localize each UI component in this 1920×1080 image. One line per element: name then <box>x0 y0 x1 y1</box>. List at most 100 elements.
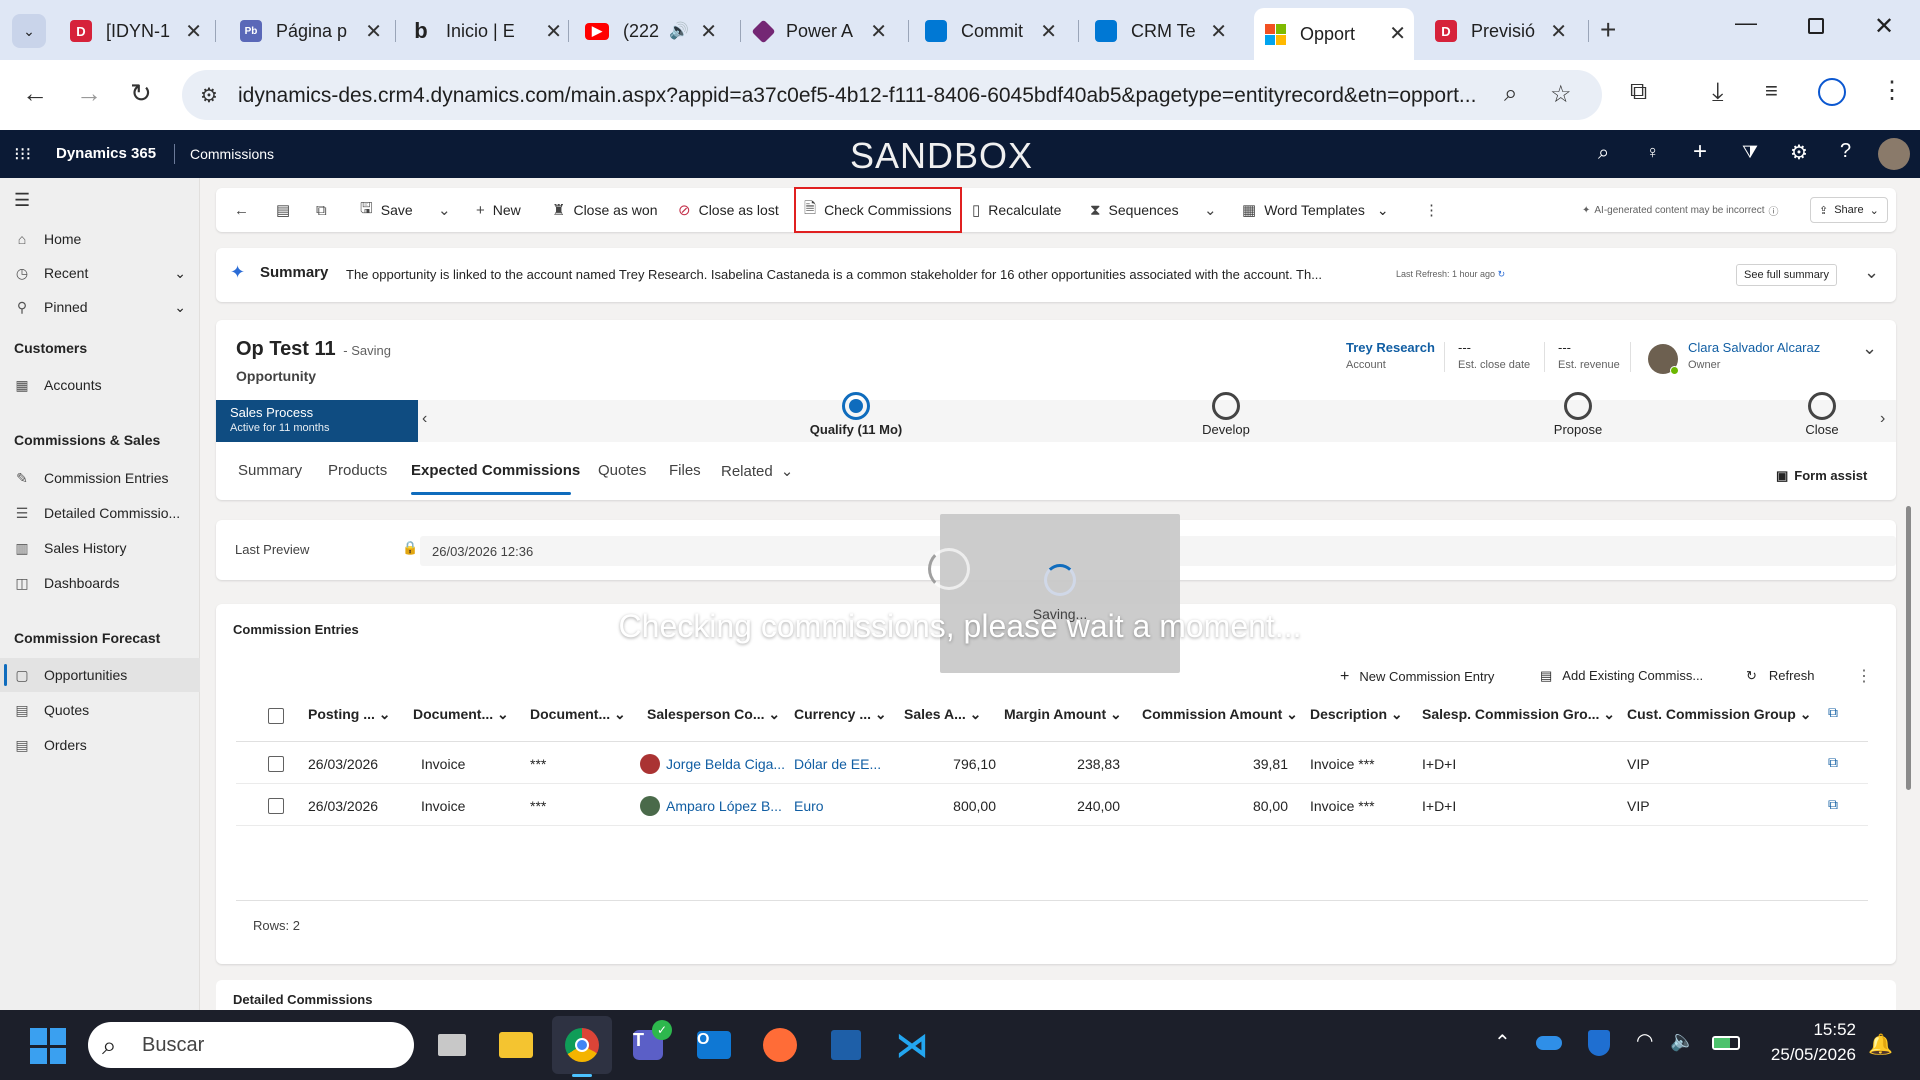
browser-tab[interactable]: Pb Página p ✕ <box>230 12 390 50</box>
page-scrollbar[interactable] <box>1906 506 1911 790</box>
close-icon[interactable]: ✕ <box>870 19 887 44</box>
omnibox[interactable]: ⚙ idynamics-des.crm4.dynamics.com/main.a… <box>182 70 1602 120</box>
nav-accounts[interactable]: ▦ Accounts <box>0 368 200 402</box>
reload-icon[interactable]: ↻ <box>130 78 152 109</box>
clock-date[interactable]: 25/05/2026 <box>1758 1045 1856 1065</box>
browser-tab[interactable]: CRM Te ✕ <box>1085 12 1235 50</box>
save-options-chevron[interactable]: ⌄ <box>438 188 459 232</box>
postman-icon[interactable] <box>760 1025 800 1065</box>
zoom-icon[interactable]: ⌕ <box>1504 80 1517 108</box>
browser-tab-active[interactable]: Opport ✕ <box>1254 8 1414 60</box>
stage-close[interactable]: Close <box>1772 392 1872 437</box>
lightbulb-icon[interactable]: ♀ <box>1646 142 1660 163</box>
column-header[interactable]: Currency ... ⌄ <box>794 706 887 723</box>
nav-orders[interactable]: ▤ Orders <box>0 728 200 762</box>
outlook-icon[interactable]: O <box>694 1025 734 1065</box>
browser-tab[interactable]: Commit ✕ <box>915 12 1065 50</box>
url-text[interactable]: idynamics-des.crm4.dynamics.com/main.asp… <box>238 84 1498 108</box>
nav-dashboards[interactable]: ◫ Dashboards <box>0 566 200 600</box>
back-button[interactable]: ← <box>234 188 257 232</box>
app-module[interactable]: Commissions <box>190 146 274 162</box>
refresh-button[interactable]: ↻ Refresh <box>1746 668 1814 684</box>
record-set-button[interactable]: ▤ <box>276 188 298 232</box>
close-icon[interactable]: ✕ <box>1389 21 1406 46</box>
share-button[interactable]: ⇪ Share ⌄ <box>1810 197 1888 223</box>
hamburger-icon[interactable]: ☰ <box>14 190 30 211</box>
nav-recent[interactable]: ◷ Recent ⌄ <box>0 256 200 290</box>
nav-quotes[interactable]: ▤ Quotes <box>0 693 200 727</box>
close-icon[interactable]: ✕ <box>545 19 562 44</box>
wifi-icon[interactable]: ◠ <box>1636 1028 1653 1053</box>
open-in-new-icon[interactable]: ⧉ <box>1828 754 1838 771</box>
save-button[interactable]: 🖫 Save <box>360 188 413 232</box>
form-assist-button[interactable]: ▣ Form assist <box>1776 468 1867 484</box>
forward-icon[interactable]: → <box>76 78 102 109</box>
file-explorer-icon[interactable] <box>496 1025 536 1065</box>
column-header[interactable]: Document... ⌄ <box>530 706 626 723</box>
app-brand[interactable]: Dynamics 365 <box>56 145 156 162</box>
clock-time[interactable]: 15:52 <box>1806 1020 1856 1040</box>
chrome-icon[interactable] <box>562 1025 602 1065</box>
row-checkbox[interactable] <box>268 798 284 814</box>
header-expand-chevron[interactable]: ⌄ <box>1862 338 1877 359</box>
word-templates-button[interactable]: ▦ Word Templates ⌄ <box>1242 188 1389 232</box>
column-header[interactable]: Cust. Commission Group ⌄ <box>1627 706 1811 723</box>
chevron-down-icon[interactable]: ⌄ <box>1864 262 1879 283</box>
more-commands-button[interactable]: ⋮ <box>1424 188 1447 232</box>
chevron-right-icon[interactable]: › <box>1880 410 1885 428</box>
download-icon[interactable]: ⤓ <box>1712 76 1724 108</box>
defender-icon[interactable] <box>1588 1030 1610 1056</box>
sequences-chevron[interactable]: ⌄ <box>1204 188 1225 232</box>
extensions-icon[interactable]: ⧉ <box>1630 78 1647 106</box>
stage-develop[interactable]: Develop <box>1176 392 1276 437</box>
close-icon[interactable]: ✕ <box>185 19 202 44</box>
chevron-up-icon[interactable]: ⌃ <box>1494 1030 1511 1055</box>
profile-icon[interactable] <box>1818 78 1846 106</box>
nav-pinned[interactable]: ⚲ Pinned ⌄ <box>0 290 200 324</box>
minimize-button[interactable]: — <box>1735 10 1757 36</box>
stage-qualify[interactable]: Qualify (11 Mo) <box>806 392 906 437</box>
column-header[interactable]: Description ⌄ <box>1310 706 1403 723</box>
browser-tab[interactable]: Power A ✕ <box>745 12 895 50</box>
see-full-summary-button[interactable]: See full summary <box>1736 264 1837 286</box>
task-view-icon[interactable] <box>432 1025 472 1065</box>
row-checkbox[interactable] <box>268 756 284 772</box>
cell-salesperson[interactable]: Jorge Belda Ciga... <box>666 756 785 772</box>
nav-opportunities[interactable]: ▢ Opportunities <box>0 658 200 692</box>
search-icon[interactable]: ⌕ <box>1598 142 1609 165</box>
gear-icon[interactable]: ⚙ <box>1790 140 1808 165</box>
volume-icon[interactable]: 🔈 <box>1670 1028 1695 1053</box>
close-icon[interactable]: ✕ <box>700 19 717 44</box>
power-bi-icon[interactable] <box>826 1025 866 1065</box>
cell-salesperson[interactable]: Amparo López B... <box>666 798 782 814</box>
new-commission-entry-button[interactable]: + New Commission Entry <box>1340 668 1494 686</box>
speaker-icon[interactable]: 🔊 <box>669 21 689 41</box>
cell-currency[interactable]: Dólar de EE... <box>794 756 881 772</box>
add-existing-button[interactable]: ▤ Add Existing Commiss... <box>1540 668 1703 684</box>
column-header[interactable]: Posting ... ⌄ <box>308 706 391 723</box>
media-control-icon[interactable]: ≡ <box>1765 78 1778 104</box>
check-commissions-button[interactable]: 🗎 Check Commissions <box>794 187 962 233</box>
column-header[interactable]: Salesperson Co... ⌄ <box>647 706 780 723</box>
battery-icon[interactable] <box>1712 1036 1740 1050</box>
restore-button[interactable] <box>1808 18 1824 34</box>
browser-tab[interactable]: D Previsió ✕ <box>1425 12 1575 50</box>
column-header[interactable]: Document... ⌄ <box>413 706 509 723</box>
tab-search-button[interactable]: ⌄ <box>12 14 46 48</box>
new-tab-button[interactable]: + <box>1600 14 1616 46</box>
browser-tab[interactable]: D [IDYN-1 ✕ <box>60 12 210 50</box>
site-settings-icon[interactable]: ⚙ <box>200 83 218 108</box>
tab-files[interactable]: Files <box>669 462 701 479</box>
filter-icon[interactable]: ⧩ <box>1742 142 1758 163</box>
back-icon[interactable]: ← <box>22 78 48 109</box>
close-icon[interactable]: ✕ <box>1040 19 1057 44</box>
open-in-new-icon[interactable]: ⧉ <box>1828 796 1838 813</box>
tab-related[interactable]: Related ⌄ <box>721 462 793 480</box>
close-icon[interactable]: ✕ <box>1550 19 1567 44</box>
recalculate-button[interactable]: ▯ Recalculate <box>972 188 1061 232</box>
more-vertical-icon[interactable]: ⋮ <box>1856 666 1872 686</box>
browser-menu-icon[interactable]: ⋮ <box>1880 76 1904 105</box>
nav-detailed-commissions[interactable]: ☰ Detailed Commissio... <box>0 496 200 530</box>
owner-link[interactable]: Clara Salvador Alcaraz <box>1688 340 1820 355</box>
stage-propose[interactable]: Propose <box>1528 392 1628 437</box>
